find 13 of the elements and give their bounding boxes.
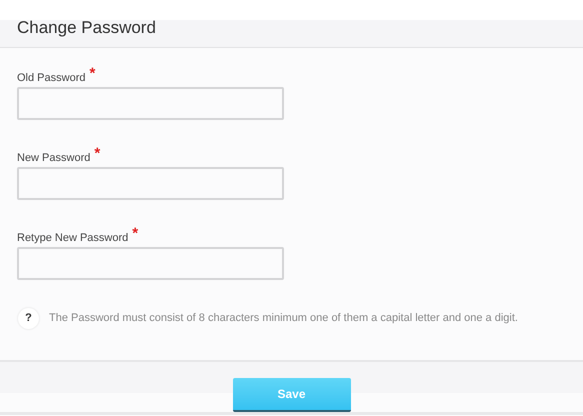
password-field[interactable] [17, 167, 284, 200]
field-label: Retype New Password [17, 231, 128, 246]
required-mark: * [89, 67, 96, 81]
save-button[interactable]: Save [232, 378, 350, 412]
required-mark: * [132, 227, 138, 241]
hint-text: The Password must consist of 8 characters minimum one of them a capital letter and one a digit. [49, 311, 518, 326]
password-field[interactable] [17, 247, 284, 280]
password-field[interactable] [17, 87, 284, 120]
field-label: Old Password [17, 71, 86, 86]
field-label: New Password [17, 151, 90, 166]
required-mark: * [94, 147, 100, 161]
page-title: Change Password [17, 19, 156, 37]
help-icon: ? [18, 308, 39, 329]
